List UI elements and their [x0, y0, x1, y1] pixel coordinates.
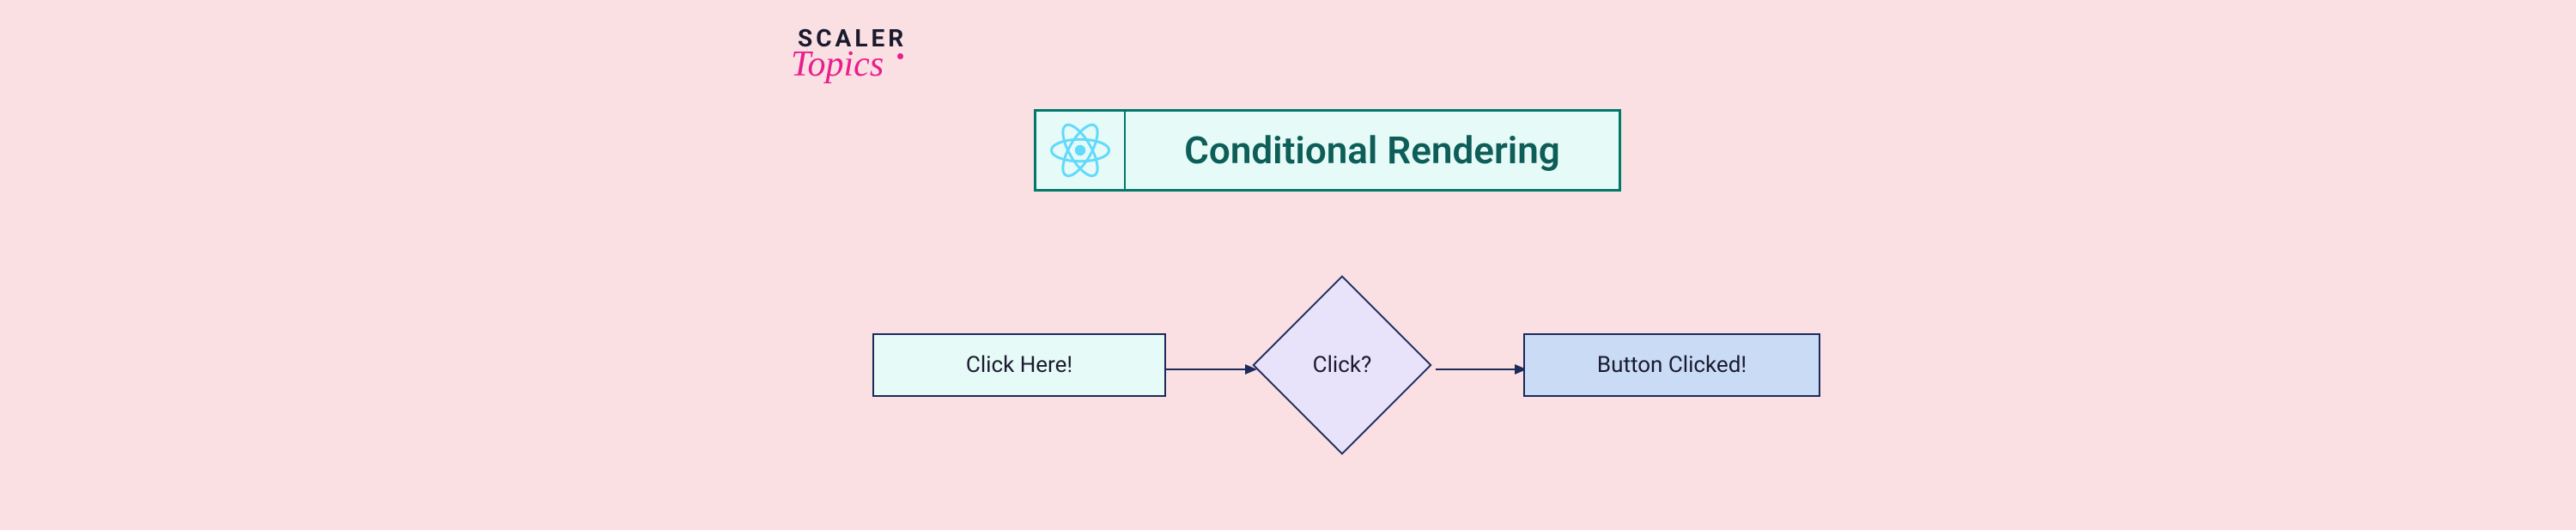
logo-scaler-text: SCALER — [798, 24, 907, 52]
arrow-icon — [1166, 364, 1257, 375]
react-icon-box — [1036, 112, 1126, 189]
logo-dot — [897, 53, 903, 59]
flow-result-box: Button Clicked! — [1523, 333, 1820, 397]
flowchart: Click Here! Click? Button Clicked! — [872, 275, 1817, 481]
scaler-topics-logo: SCALER Topics — [798, 24, 907, 85]
flow-decision: Click? — [1252, 275, 1432, 455]
flow-decision-label: Click? — [1252, 275, 1432, 455]
react-icon — [1050, 120, 1110, 180]
flow-result-label: Button Clicked! — [1597, 352, 1747, 378]
page-title: Conditional Rendering — [1126, 128, 1619, 173]
arrow-icon — [1436, 364, 1527, 375]
flow-start-label: Click Here! — [966, 352, 1072, 378]
title-card: Conditional Rendering — [1034, 109, 1621, 192]
flow-start-box: Click Here! — [872, 333, 1166, 397]
